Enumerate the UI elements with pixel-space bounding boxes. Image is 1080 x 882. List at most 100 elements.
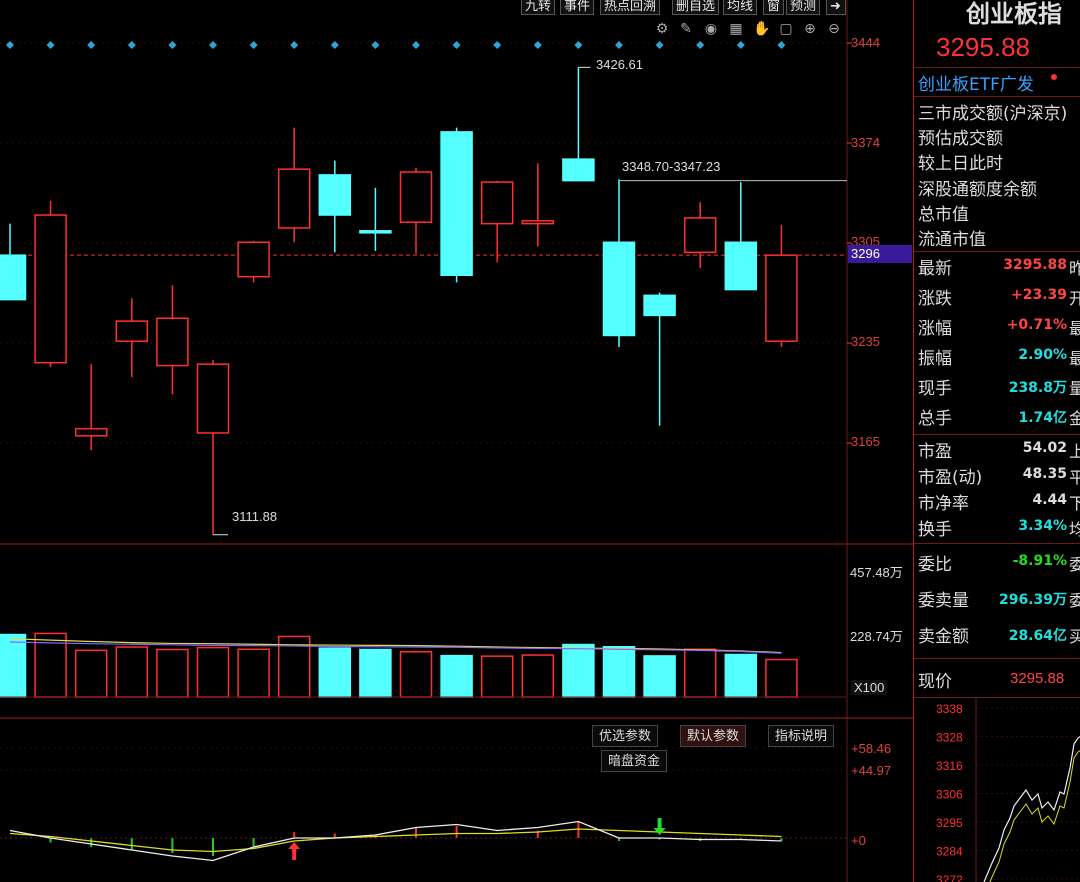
quote-value: +23.39	[1010, 287, 1067, 303]
quote-value: 238.8万	[1008, 380, 1067, 396]
candle-body	[724, 241, 758, 291]
expand-arrow-icon[interactable]: ➜	[826, 0, 846, 15]
candlestick	[521, 163, 555, 247]
info-row: 深股通额度余额	[918, 180, 1037, 200]
candlestick	[34, 200, 67, 368]
quote-value: 1.74亿	[1018, 410, 1067, 426]
event-marker-icon	[777, 41, 786, 49]
quote-label: 市净率	[918, 494, 969, 514]
remove-favorite-button[interactable]: 删自选	[672, 0, 720, 15]
quote-label: 涨幅	[918, 319, 952, 339]
moving-average-button[interactable]: 均线	[723, 0, 758, 15]
eye-icon[interactable]: ◉	[703, 21, 719, 37]
candle-body	[440, 131, 473, 277]
quote-label: 市盈	[918, 442, 952, 462]
event-marker-icon	[655, 41, 664, 49]
event-marker-icon	[330, 41, 339, 49]
event-marker-icon	[452, 41, 461, 49]
candlestick	[237, 240, 270, 283]
candle-body	[359, 230, 392, 234]
volume-bar	[359, 648, 392, 698]
info-row: 较上日此时	[918, 154, 1003, 174]
gear-icon[interactable]: ⚙	[654, 21, 670, 37]
pencil-icon[interactable]: ✎	[678, 21, 694, 37]
candlestick	[399, 167, 433, 254]
high-price-label: 3426.61	[596, 57, 643, 72]
indicator-tick: +58.46	[851, 741, 892, 756]
intraday-mini-chart[interactable]: 3338 3328 3316 3306 3295 3284 3272	[914, 698, 1080, 882]
quote-tail: 昨	[1069, 259, 1080, 278]
mini-price-tick: 3328	[936, 731, 963, 745]
quote-label: 换手	[918, 520, 952, 540]
price-tick: 3165	[851, 434, 880, 449]
event-marker-icon	[412, 41, 420, 49]
zoom-in-icon[interactable]: ⊕	[802, 21, 818, 37]
quote-tail: 金	[1069, 409, 1080, 428]
volume-bar	[521, 654, 555, 698]
event-marker-icon	[46, 41, 55, 49]
candlestick	[196, 359, 230, 535]
volume-tick: 457.48万	[850, 565, 903, 580]
lock-icon[interactable]: ▢	[778, 21, 794, 37]
candle-body	[34, 214, 67, 364]
current-price-label: 现价	[918, 672, 952, 692]
panel-divider	[914, 658, 1080, 659]
low-price-label: 3111.88	[232, 509, 278, 524]
optimized-params-button[interactable]: 优选参数	[592, 725, 659, 747]
basket-icon[interactable]: ▦	[728, 21, 744, 37]
candlestick	[359, 187, 392, 251]
etf-dot-icon	[1051, 74, 1057, 80]
price-tick: 3444	[851, 35, 880, 50]
hand-icon[interactable]: ✋	[753, 21, 770, 37]
panel-divider	[914, 434, 1080, 435]
candlestick	[643, 292, 676, 426]
indicator-name[interactable]: 暗盘资金	[601, 750, 668, 772]
quote-tail: 量	[1069, 379, 1080, 398]
candlestick	[724, 182, 758, 291]
quote-tail: 最	[1069, 349, 1080, 368]
volume-tick: 228.74万	[850, 629, 903, 644]
quote-label: 最新	[918, 259, 952, 279]
mini-price-line	[983, 735, 1080, 882]
volume-bar	[399, 650, 433, 698]
event-button[interactable]: 事件	[560, 0, 595, 15]
mini-price-tick: 3295	[936, 816, 963, 830]
indicator-white-line	[9, 820, 782, 862]
event-marker-icon	[127, 41, 136, 49]
hotspot-review-button[interactable]: 热点回溯	[600, 0, 661, 15]
quote-label: 振幅	[918, 349, 952, 369]
volume-bar	[0, 633, 27, 698]
info-row: 预估成交额	[918, 129, 1003, 149]
window-button[interactable]: 窗	[763, 0, 785, 15]
event-marker-icon	[696, 41, 705, 49]
default-params-button[interactable]: 默认参数	[680, 725, 747, 747]
volume-bar	[683, 648, 717, 698]
event-marker-icon	[736, 41, 745, 49]
gap-range-label: 3348.70-3347.23	[622, 159, 721, 174]
mini-price-tick: 3272	[936, 873, 963, 882]
indicator-yellow-line	[9, 828, 782, 853]
candle-body	[318, 174, 352, 216]
candlestick	[277, 127, 311, 243]
event-marker-icon	[168, 41, 177, 49]
candle-body	[683, 217, 717, 254]
forecast-button[interactable]: 预测	[786, 0, 821, 15]
zoom-out-icon[interactable]: ⊖	[826, 21, 842, 37]
volume-bar	[237, 648, 270, 698]
volume-bar	[196, 646, 230, 698]
jiuzhuan-button[interactable]: 九转	[521, 0, 556, 15]
info-row: 流通市值	[918, 230, 986, 250]
candle-body	[562, 158, 595, 182]
etf-link[interactable]: 创业板ETF广发	[918, 70, 1034, 95]
kline-chart[interactable]	[0, 0, 913, 882]
quote-value: 48.35	[1022, 466, 1067, 482]
candle-body	[237, 241, 270, 278]
candle-body	[480, 181, 514, 225]
quote-label: 现手	[918, 379, 952, 399]
quote-tail: 均	[1069, 520, 1080, 539]
candle-body	[602, 241, 636, 337]
mini-price-tick: 3306	[936, 788, 963, 802]
indicator-help-button[interactable]: 指标说明	[768, 725, 835, 747]
quote-value: 3.34%	[1018, 518, 1067, 534]
quote-value: 296.39万	[998, 592, 1067, 608]
